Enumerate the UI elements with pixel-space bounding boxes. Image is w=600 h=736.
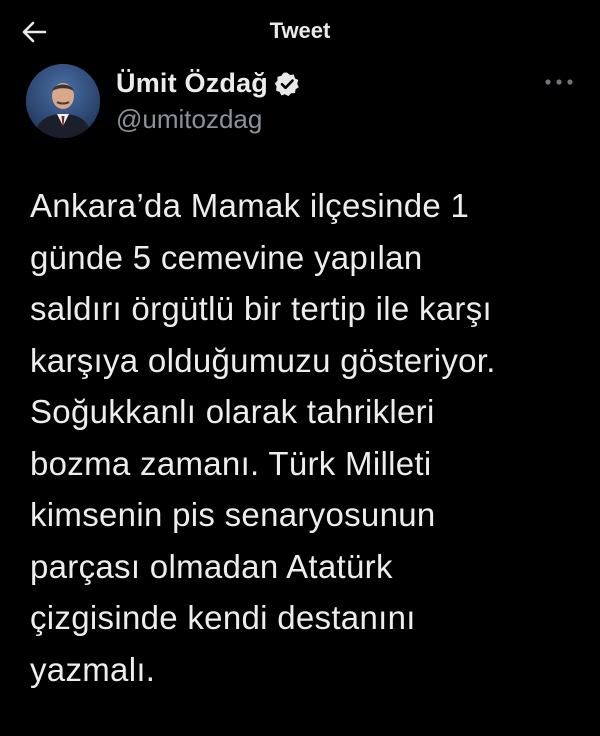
more-options-button[interactable] bbox=[542, 70, 576, 94]
tweet-text: Ankara’da Mamak ilçesinde 1 günde 5 ceme… bbox=[30, 187, 496, 688]
verified-badge-icon bbox=[274, 71, 300, 97]
author-display-name[interactable]: Ümit Özdağ bbox=[116, 68, 268, 99]
page-title: Tweet bbox=[269, 18, 331, 43]
author-name-row[interactable]: Ümit Özdağ bbox=[116, 68, 300, 99]
top-bar: Tweet bbox=[0, 0, 600, 62]
profile-photo bbox=[26, 64, 100, 138]
avatar[interactable] bbox=[26, 64, 100, 138]
author-handle[interactable]: @umitozdag bbox=[116, 104, 262, 135]
more-options-icon bbox=[545, 79, 573, 85]
